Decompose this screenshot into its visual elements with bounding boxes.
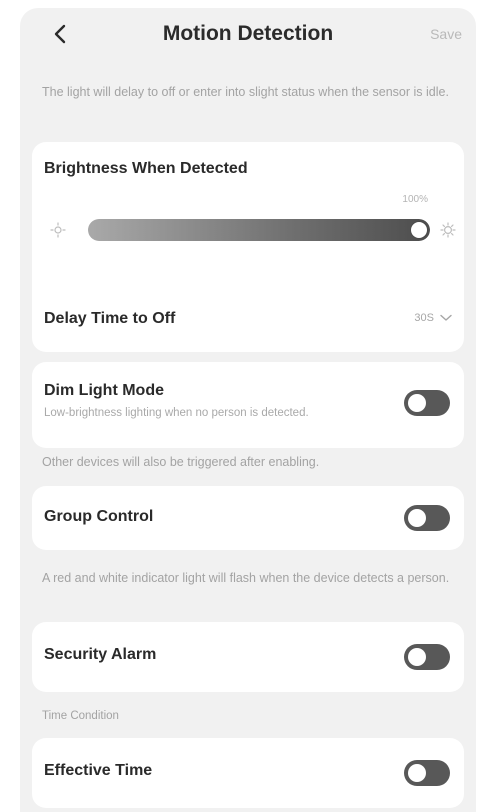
screen: Motion Detection Save The light will del… — [20, 8, 476, 812]
effective-time-label: Effective Time — [44, 762, 153, 779]
time-condition-heading: Time Condition — [42, 710, 119, 722]
alarm-note: A red and white indicator light will fla… — [42, 571, 450, 585]
other-devices-note: Other devices will also be triggered aft… — [42, 455, 320, 469]
delay-value-text: 30S — [414, 312, 434, 324]
delay-label: Delay Time to Off — [44, 310, 176, 327]
group-control-toggle[interactable] — [404, 505, 450, 531]
dim-light-card: Dim Light Mode Low-brightness lighting w… — [32, 362, 464, 448]
page-title: Motion Detection — [162, 22, 334, 45]
security-alarm-card: Security Alarm — [32, 622, 464, 692]
chevron-down-icon — [440, 314, 452, 321]
brightness-card: Brightness When Detected 100% Delay Time… — [32, 142, 464, 352]
dim-light-sublabel: Low-brightness lighting when no person i… — [44, 407, 309, 419]
security-alarm-label: Security Alarm — [44, 646, 157, 663]
brightness-label: Brightness When Detected — [44, 160, 248, 177]
effective-time-card: Effective Time — [32, 738, 464, 808]
brightness-slider-fill — [88, 219, 430, 241]
brightness-slider-knob[interactable] — [411, 222, 427, 238]
security-alarm-toggle[interactable] — [404, 644, 450, 670]
delay-description: The light will delay to off or enter int… — [42, 85, 449, 99]
brightness-slider[interactable] — [88, 219, 430, 241]
dim-light-toggle[interactable] — [404, 390, 450, 416]
brightness-high-icon — [440, 222, 456, 238]
group-control-card: Group Control — [32, 486, 464, 550]
dim-light-label: Dim Light Mode — [44, 382, 164, 399]
top-bar: Motion Detection Save — [20, 8, 476, 64]
brightness-low-icon — [50, 222, 66, 238]
group-control-label: Group Control — [44, 508, 154, 525]
brightness-percent: 100% — [402, 194, 428, 205]
delay-value: 30S — [414, 312, 452, 324]
delay-row[interactable]: Delay Time to Off 30S — [32, 292, 464, 348]
effective-time-toggle[interactable] — [404, 760, 450, 786]
save-button[interactable]: Save — [430, 26, 462, 42]
